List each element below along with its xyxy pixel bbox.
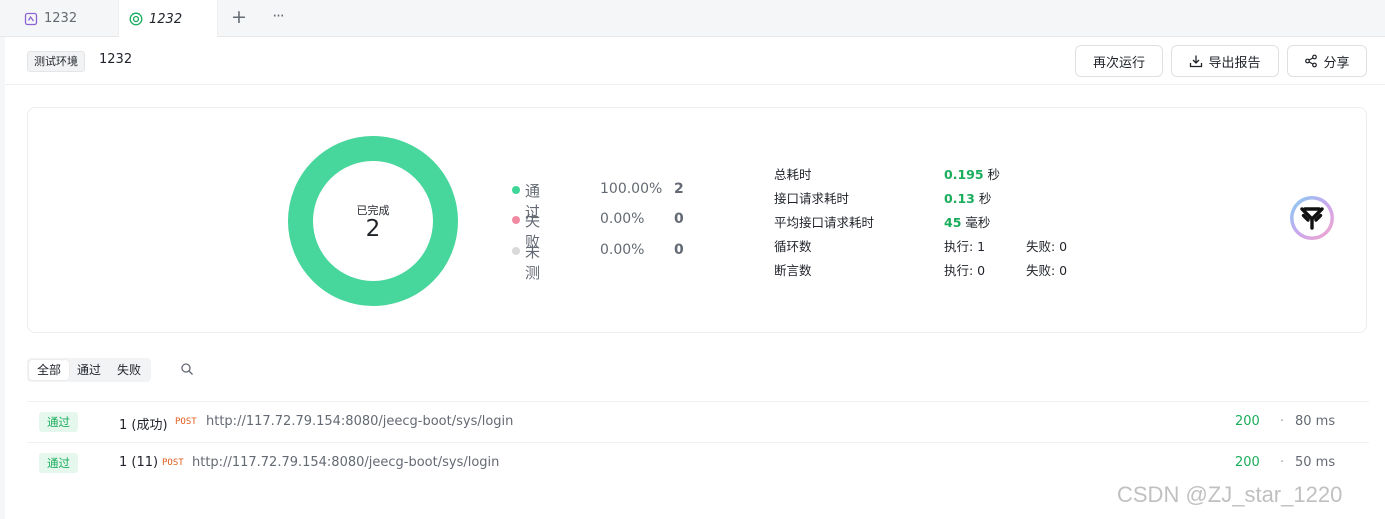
tab-scenario-label: 1232: [44, 11, 78, 26]
request-url: http://117.72.79.154:8080/jeecg-boot/sys…: [206, 414, 514, 429]
tab-report-label: 1232: [149, 11, 183, 27]
http-method: POST: [175, 417, 197, 427]
loop-count-label: 循环数: [774, 239, 812, 254]
loop-exec-value: 执行: 1: [944, 239, 986, 254]
export-report-button[interactable]: 导出报告: [1171, 45, 1279, 77]
http-method: POST: [162, 458, 184, 468]
legend-untested-percent: 0.00%: [600, 242, 645, 258]
filter-fail[interactable]: 失败: [109, 360, 149, 380]
response-status: 200: [1235, 414, 1260, 429]
result-row-2[interactable]: 通过 1 (11) POST http://117.72.79.154:8080…: [27, 442, 1369, 483]
legend-fail-count: 0: [674, 211, 684, 227]
search-icon[interactable]: [180, 362, 194, 376]
separator-dot: ·: [1280, 455, 1285, 470]
share-icon: [1305, 54, 1318, 68]
legend-untested-dot: [512, 247, 520, 255]
tab-scenario[interactable]: 1232: [24, 0, 77, 37]
watermark: CSDN @ZJ_star_1220: [1117, 482, 1343, 507]
legend-fail-dot: [512, 216, 520, 224]
summary-card: 已完成 2 通过 100.00% 2 失败 0.00% 0 未测 0.00% 0…: [27, 107, 1367, 333]
status-badge: 通过: [39, 453, 78, 473]
rerun-label: 再次运行: [1092, 55, 1145, 71]
assert-count-label: 断言数: [774, 263, 812, 278]
more-tabs-button[interactable]: ···: [268, 6, 288, 28]
request-url: http://117.72.79.154:8080/jeecg-boot/sys…: [192, 455, 500, 470]
avg-time-label: 平均接口请求耗时: [774, 215, 875, 230]
legend-pass-percent: 100.00%: [600, 181, 663, 197]
env-tag: 测试环境: [27, 51, 85, 72]
assert-fail-value: 失败: 0: [1026, 263, 1068, 278]
filter-pass[interactable]: 通过: [69, 360, 109, 380]
legend-pass-count: 2: [674, 181, 684, 197]
donut-center-count: 2: [365, 216, 381, 242]
loop-fail-value: 失败: 0: [1026, 239, 1068, 254]
total-time-value: 0.195 秒: [944, 167, 1001, 182]
report-icon: [129, 12, 143, 26]
report-title: 1232: [99, 52, 133, 67]
legend-fail-percent: 0.00%: [600, 211, 645, 227]
result-filter: 全部 通过 失败: [27, 358, 152, 382]
rerun-button[interactable]: 再次运行: [1075, 45, 1163, 77]
tab-bar: 1232 1232 + ···: [0, 0, 1385, 38]
avg-time-value: 45 毫秒: [944, 215, 991, 230]
total-time-label: 总耗时: [774, 167, 812, 182]
add-tab-button[interactable]: +: [229, 6, 249, 28]
response-time: 50 ms: [1295, 455, 1336, 470]
response-time: 80 ms: [1295, 414, 1336, 429]
request-time-value: 0.13 秒: [944, 191, 992, 206]
separator-dot: ·: [1280, 414, 1285, 429]
result-row-1[interactable]: 通过 1 (成功) POST http://117.72.79.154:8080…: [27, 401, 1369, 442]
assert-exec-value: 执行: 0: [944, 263, 986, 278]
download-icon: [1190, 55, 1203, 68]
status-badge: 通过: [39, 412, 78, 432]
share-label: 分享: [1323, 55, 1350, 71]
report-panel: 测试环境 1232 再次运行 导出报告 分享 已完成 2 通过 100.00% …: [5, 37, 1385, 519]
export-label: 导出报告: [1208, 55, 1261, 71]
report-header: 测试环境 1232 再次运行 导出报告 分享: [5, 37, 1385, 85]
api-scenario-icon: [24, 12, 38, 25]
filter-all[interactable]: 全部: [29, 360, 70, 380]
legend-untested-count: 0: [674, 242, 684, 258]
legend-pass-dot: [512, 186, 520, 194]
request-time-label: 接口请求耗时: [774, 191, 850, 206]
brand-logo-icon: [1290, 196, 1334, 240]
step-name: 1 (11): [119, 455, 159, 470]
share-button[interactable]: 分享: [1287, 45, 1367, 77]
legend-untested-label: 未测: [525, 243, 541, 282]
tab-report[interactable]: 1232: [118, 0, 218, 38]
response-status: 200: [1235, 455, 1260, 470]
step-name: 1 (成功): [119, 418, 168, 433]
